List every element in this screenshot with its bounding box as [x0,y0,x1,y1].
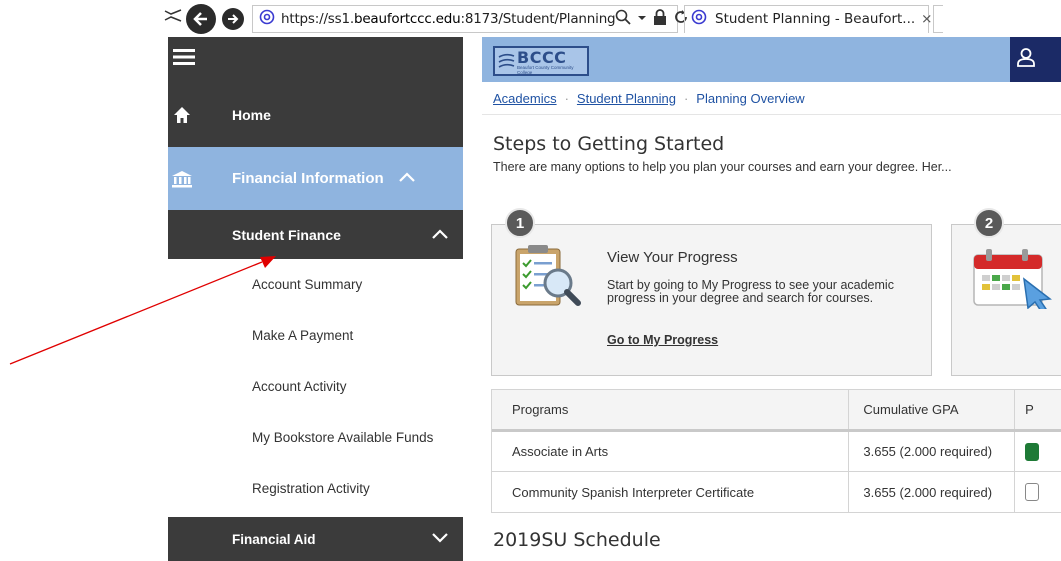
program-name: Community Spanish Interpreter Certificat… [512,484,755,500]
tab-site-icon [691,9,707,29]
tab-title: Student Planning - Beaufort... [715,11,916,27]
page-title: Steps to Getting Started [493,133,725,155]
step-card-2: 2 [951,208,1061,376]
program-gpa: 3.655 (2.000 required) [848,432,1014,471]
table-header-row: Programs Cumulative GPA P [492,390,1061,432]
sidebar-item-financial-information[interactable]: Financial Information [168,147,463,210]
table-row: Associate in Arts 3.655 (2.000 required) [492,432,1061,472]
new-tab-button[interactable] [933,4,943,33]
dropdown-arrow-icon[interactable] [637,11,647,27]
site-identity-icon [259,9,275,29]
program-progress-checkbox[interactable] [1025,442,1040,461]
address-bar[interactable]: https://ss1.beaufortccc.edu:8173/Student… [252,4,688,33]
program-progress-checkbox[interactable] [1025,483,1040,501]
bank-icon [171,170,201,188]
sidebar-item-account-activity[interactable]: Account Activity [168,361,463,412]
sidebar-item-bookstore-funds[interactable]: My Bookstore Available Funds [168,412,463,463]
program-name: Associate in Arts [512,444,609,459]
progress-clipboard-icon [512,243,582,314]
sidebar: Home Financial Information Student Finan… [168,37,463,561]
breadcrumb-separator: · [564,90,569,106]
lock-icon [653,8,667,29]
table-row: Community Spanish Interpreter Certificat… [492,472,1061,512]
step-number-badge: 1 [505,208,535,238]
breadcrumb: Academics · Student Planning · Planning … [482,82,1061,115]
calendar-icon [972,249,1061,314]
sidebar-item-account-summary[interactable]: Account Summary [168,259,463,310]
sidebar-item-student-finance[interactable]: Student Finance [168,210,463,259]
page-description: There are many options to help you plan … [493,160,952,174]
sidebar-item-label: Financial Information [232,170,384,187]
hamburger-menu-icon[interactable] [173,49,195,70]
breadcrumb-planning-overview: Planning Overview [696,90,805,106]
chevron-up-icon[interactable] [398,170,416,187]
column-header-p: P [1014,390,1061,429]
breadcrumb-student-planning[interactable]: Student Planning [577,91,676,106]
sidebar-item-financial-aid[interactable]: Financial Aid [168,517,463,561]
schedule-title: 2019SU Schedule [493,529,661,551]
sidebar-item-label: Home [232,106,271,123]
college-logo[interactable]: BCCC Beaufort County Community College [493,46,589,76]
column-header-programs: Programs [512,402,569,417]
browser-tab[interactable]: Student Planning - Beaufort... × [684,4,932,33]
forward-button[interactable] [222,7,244,30]
chevron-down-icon[interactable] [431,532,449,547]
programs-table: Programs Cumulative GPA P Associate in A… [491,389,1061,513]
home-icon [173,106,203,124]
sidebar-item-registration-activity[interactable]: Registration Activity [168,463,463,514]
site-header: BCCC Beaufort County Community College [482,37,1061,82]
back-button[interactable] [186,3,216,34]
sidebar-toolbar [168,37,463,82]
column-header-gpa: Cumulative GPA [848,390,1014,429]
close-tab-icon[interactable]: × [921,11,932,27]
go-to-my-progress-link[interactable]: Go to My Progress [607,333,718,347]
url-text: https://ss1.beaufortccc.edu:8173/Student… [281,10,616,27]
breadcrumb-academics[interactable]: Academics [493,91,557,106]
program-gpa: 3.655 (2.000 required) [848,472,1014,512]
browser-toolbar: https://ss1.beaufortccc.edu:8173/Student… [160,0,1061,37]
sidebar-item-home[interactable]: Home [168,82,463,147]
sidebar-item-label: Financial Aid [232,531,316,547]
step-card-view-progress: 1 View Your Progress Start by going to M… [491,208,932,376]
chevron-up-icon[interactable] [431,227,449,243]
user-icon [1016,47,1036,72]
tab-menu-icon[interactable] [164,8,182,29]
main-content: BCCC Beaufort County Community College A… [482,37,1061,561]
step-card-title: View Your Progress [607,249,738,266]
logo-swoosh-icon [498,53,515,68]
logo-subtext: Beaufort County Community College [517,65,574,75]
step-card-text: Start by going to My Progress to see you… [607,278,894,305]
search-icon[interactable] [615,9,632,29]
sidebar-item-label: Student Finance [232,226,341,243]
breadcrumb-separator: · [683,90,689,106]
user-menu[interactable] [1010,37,1061,82]
step-number-badge: 2 [974,208,1004,238]
sidebar-item-make-a-payment[interactable]: Make A Payment [168,310,463,361]
